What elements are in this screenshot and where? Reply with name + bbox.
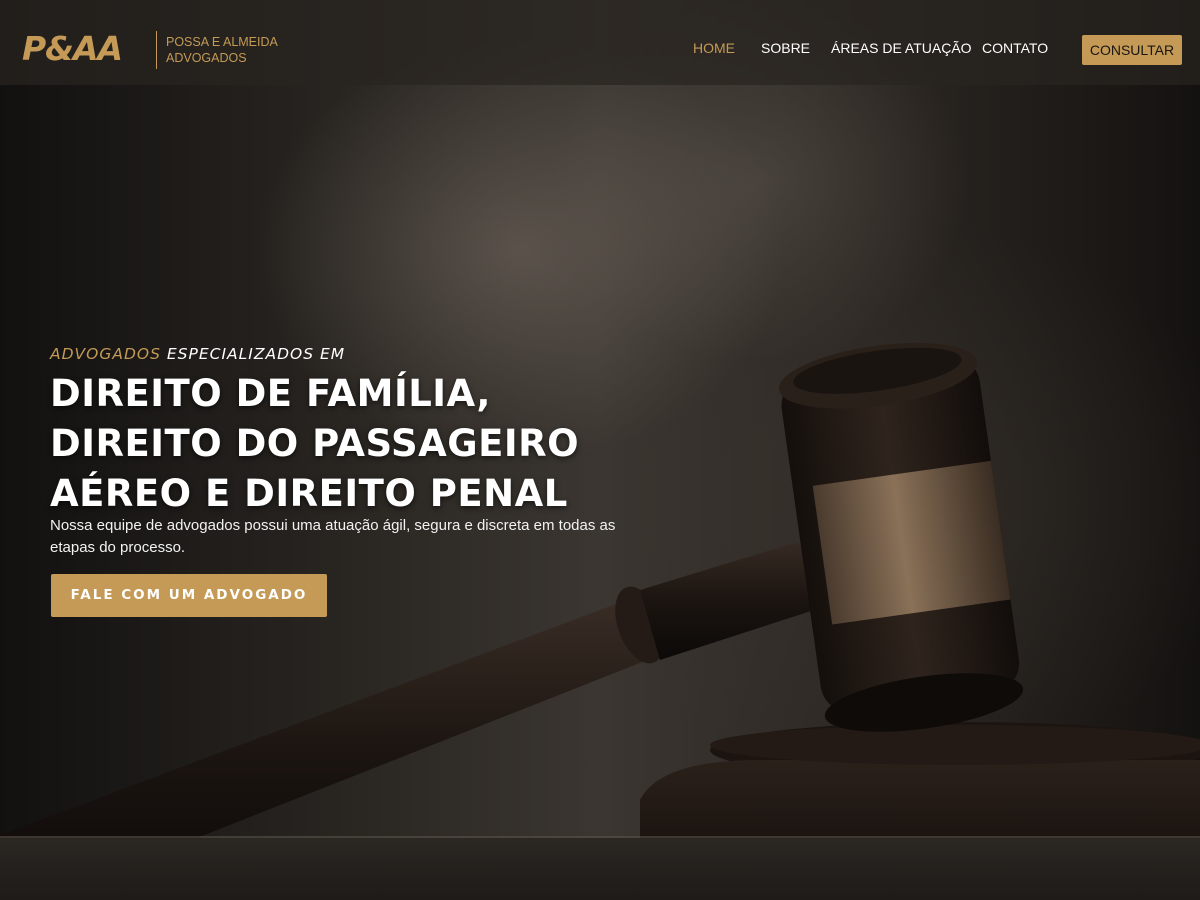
hero-eyebrow: ADVOGADOS ESPECIALIZADOS EM bbox=[50, 345, 345, 363]
consultar-button[interactable]: CONSULTAR bbox=[1082, 35, 1182, 65]
nav-areas-de-atuacao[interactable]: ÁREAS DE ATUAÇÃO bbox=[831, 40, 972, 56]
nav-contato[interactable]: CONTATO bbox=[982, 40, 1048, 56]
main-nav: HOME SOBRE ÁREAS DE ATUAÇÃO CONTATO bbox=[0, 40, 1200, 60]
nav-sobre[interactable]: SOBRE bbox=[761, 40, 810, 56]
hero-headline: DIREITO DE FAMÍLIA, DIREITO DO PASSAGEIR… bbox=[50, 372, 580, 515]
site-header: P&AA POSSA E ALMEIDA ADVOGADOS HOME SOBR… bbox=[0, 0, 1200, 85]
fale-com-um-advogado-button[interactable]: FALE COM UM ADVOGADO bbox=[51, 574, 327, 617]
hero-eyebrow-rest: ESPECIALIZADOS EM bbox=[160, 345, 346, 363]
nav-home[interactable]: HOME bbox=[693, 40, 735, 56]
hero-subtext: Nossa equipe de advogados possui uma atu… bbox=[50, 517, 616, 556]
hero-eyebrow-accent: ADVOGADOS bbox=[50, 345, 161, 363]
